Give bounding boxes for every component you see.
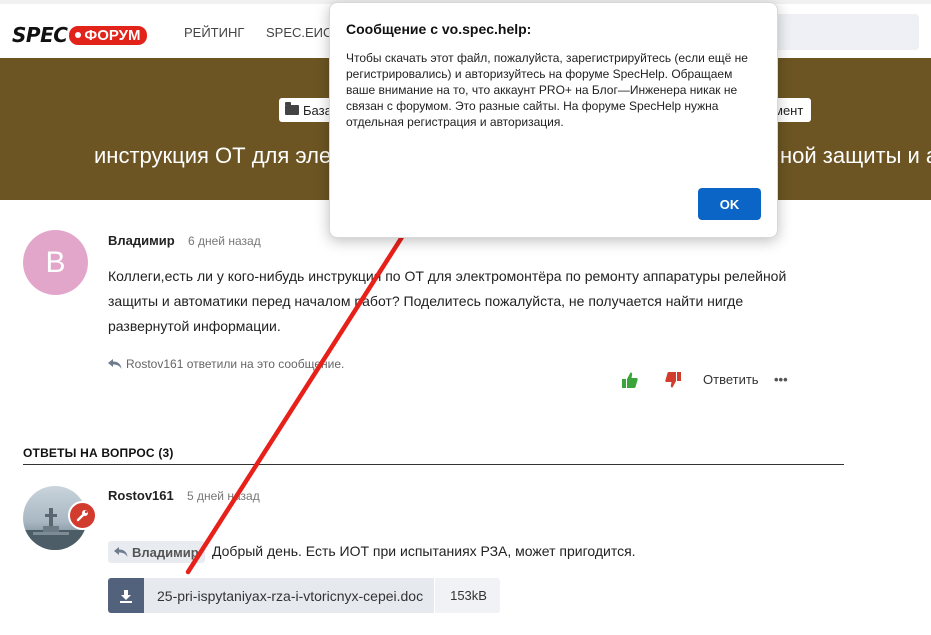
- topic-title-left: инструкция ОТ для эле: [94, 143, 332, 168]
- breadcrumb-subcategory-label: мент: [774, 102, 804, 118]
- download-icon: [120, 589, 132, 603]
- replied-notice-text: Rostov161 ответили на это сообщение.: [126, 357, 345, 371]
- logo-forum-text: ФОРУМ: [84, 26, 141, 44]
- breadcrumb-category-label: База: [303, 102, 332, 118]
- topic-title-right: ной защиты и ав: [780, 143, 931, 168]
- answer-text: Добрый день. Есть ИОТ при испытаниях РЗА…: [212, 543, 636, 559]
- answer-author[interactable]: Rostov161: [108, 488, 174, 503]
- folder-icon: [285, 102, 299, 115]
- dialog-message: Чтобы скачать этот файл, пожалуйста, зар…: [346, 51, 748, 129]
- post-time: 6 дней назад: [188, 234, 261, 248]
- reply-arrow-icon: [108, 359, 122, 369]
- moderator-badge: [68, 501, 97, 530]
- post-text: Коллеги,есть ли у кого-нибудь инструкция…: [108, 268, 787, 334]
- avatar-letter: В: [45, 245, 66, 279]
- alert-dialog: Сообщение с vo.spec.help: Чтобы скачать …: [329, 2, 778, 238]
- wrench-icon: [76, 510, 88, 522]
- attachment-size: 153kB: [434, 578, 500, 613]
- logo-forum-badge: ФОРУМ: [69, 25, 147, 45]
- attachment-filename[interactable]: 25-pri-ispytaniyax-rza-i-vtoricnyx-cepei…: [144, 578, 435, 613]
- more-options-button[interactable]: •••: [774, 372, 788, 387]
- replied-notice[interactable]: Rostov161 ответили на это сообщение.: [108, 357, 344, 371]
- breadcrumb-category[interactable]: База: [279, 98, 332, 122]
- dialog-title: Сообщение с vo.spec.help:: [346, 21, 532, 37]
- thumbs-down-icon[interactable]: [665, 372, 681, 388]
- answers-heading: ОТВЕТЫ НА ВОПРОС (3): [23, 446, 174, 460]
- attachment[interactable]: 25-pri-ispytaniyax-rza-i-vtoricnyx-cepei…: [108, 578, 500, 613]
- answer-time: 5 дней назад: [187, 489, 260, 503]
- avatar[interactable]: В: [23, 230, 88, 295]
- reply-button[interactable]: Ответить: [703, 372, 759, 387]
- thumbs-up-icon[interactable]: [622, 372, 638, 388]
- ok-button[interactable]: OK: [698, 188, 761, 220]
- nav-rating[interactable]: РЕЙТИНГ: [184, 25, 244, 40]
- logo-spec-text: SPEC: [12, 23, 68, 47]
- quote-reference[interactable]: Владимир: [108, 541, 205, 563]
- post-author[interactable]: Владимир: [108, 233, 175, 248]
- answers-divider: [23, 464, 844, 465]
- logo-dot-icon: [75, 32, 82, 38]
- quote-author: Владимир: [132, 544, 199, 560]
- download-button[interactable]: [108, 578, 144, 613]
- site-logo[interactable]: SPEC ФОРУМ: [12, 23, 147, 47]
- reply-arrow-icon: [114, 547, 128, 557]
